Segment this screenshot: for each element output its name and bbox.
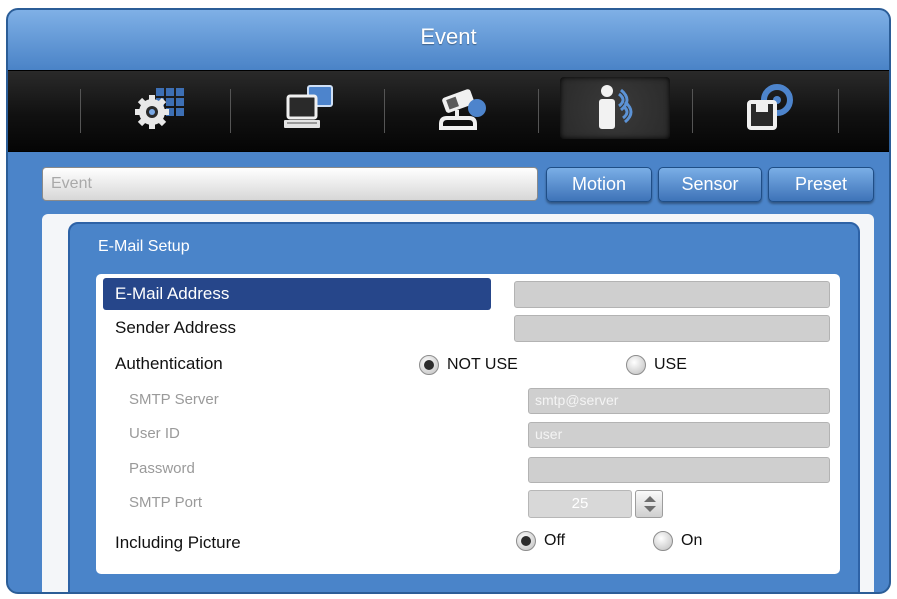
content-area: E-Mail Setup E-Mail Address Sender Addre… — [42, 214, 874, 592]
divider — [692, 89, 693, 133]
window-title: Event — [420, 24, 477, 49]
divider — [230, 89, 231, 133]
tab-preset[interactable]: Preset — [768, 167, 874, 202]
smtp-port-field[interactable]: 25 — [528, 490, 632, 518]
divider — [838, 89, 839, 133]
backup-icon[interactable] — [714, 77, 824, 139]
sender-address-field[interactable] — [514, 315, 830, 342]
email-setup-form: E-Mail Address Sender Address Authentica… — [96, 274, 840, 574]
picture-off-radio[interactable] — [516, 531, 536, 551]
divider — [384, 89, 385, 133]
sender-address-label: Sender Address — [115, 318, 236, 337]
menu-icon-bar — [8, 70, 889, 152]
title-bar: Event — [8, 10, 889, 70]
picture-on-radio[interactable] — [653, 531, 673, 551]
email-setup-panel: E-Mail Setup E-Mail Address Sender Addre… — [68, 222, 860, 592]
smtp-server-label: SMTP Server — [129, 391, 219, 408]
tab-sensor[interactable]: Sensor — [658, 167, 762, 202]
network-icon[interactable] — [255, 77, 365, 139]
tab-motion[interactable]: Motion — [546, 167, 652, 202]
smtp-port-stepper[interactable] — [635, 490, 663, 518]
auth-not-use-radio[interactable] — [419, 355, 439, 375]
auth-use-radio[interactable] — [626, 355, 646, 375]
authentication-label: Authentication — [115, 354, 223, 373]
event-breadcrumb: Event — [42, 167, 538, 201]
ptz-icon[interactable] — [408, 77, 518, 139]
user-id-field[interactable]: user — [528, 422, 830, 448]
tab-row: Event Motion Sensor Preset — [42, 165, 882, 203]
auth-not-use-label: NOT USE — [447, 356, 518, 373]
including-picture-label: Including Picture — [115, 533, 241, 552]
email-address-label[interactable]: E-Mail Address — [103, 278, 491, 310]
event-icon[interactable] — [560, 77, 670, 139]
user-id-label: User ID — [129, 425, 180, 442]
auth-use-label: USE — [654, 356, 687, 373]
event-window: Event Event Motion Sensor Preset E-Mail … — [6, 8, 891, 594]
password-label: Password — [129, 460, 195, 477]
picture-on-label: On — [681, 532, 703, 549]
email-setup-title: E-Mail Setup — [98, 238, 190, 255]
smtp-server-field[interactable]: smtp@server — [528, 388, 830, 414]
system-settings-icon[interactable] — [103, 77, 213, 139]
divider — [80, 89, 81, 133]
email-address-field[interactable] — [514, 281, 830, 308]
divider — [538, 89, 539, 133]
picture-off-label: Off — [544, 532, 566, 549]
smtp-port-label: SMTP Port — [129, 494, 203, 511]
password-field[interactable] — [528, 457, 830, 483]
